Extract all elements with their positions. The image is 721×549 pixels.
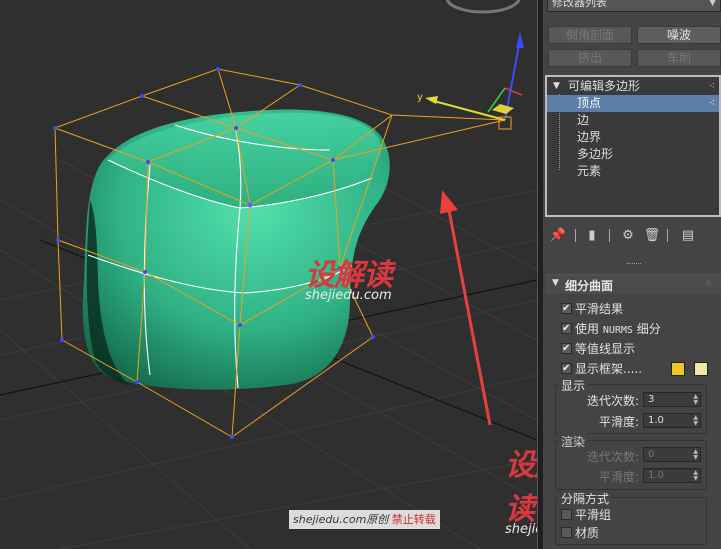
collapse-arrow-icon[interactable]: ▼ bbox=[553, 78, 560, 95]
transform-gizmo: y bbox=[417, 32, 524, 130]
show-end-result-icon[interactable]: ▮ bbox=[583, 226, 601, 244]
bevel-profile-button[interactable]: 倒角剖面 bbox=[548, 26, 632, 44]
pin-stack-icon[interactable]: 📌 bbox=[549, 226, 567, 244]
viewcube-ring bbox=[445, 0, 521, 14]
stack-item-polygon[interactable]: 多边形 bbox=[547, 146, 719, 163]
display-smoothness-spinner[interactable]: 1.0 ▲ ▼ bbox=[643, 413, 701, 428]
stack-item-edge[interactable]: 边 bbox=[547, 112, 719, 129]
stack-item-editable-poly[interactable]: ▼ 可编辑多边形 ⁖ bbox=[547, 78, 719, 95]
render-smoothness-label: 平滑度: bbox=[598, 470, 639, 484]
pin-dots-icon: ⁖ bbox=[709, 81, 715, 92]
separate-smoothing-groups-checkbox[interactable]: 平滑组 bbox=[561, 507, 611, 523]
render-iterations-label: 迭代次数: bbox=[586, 450, 639, 464]
panel-grip[interactable] bbox=[627, 263, 641, 265]
display-smoothness-label: 平滑度: bbox=[598, 415, 639, 429]
use-nurms-checkbox[interactable]: 使用 NURMS 细分 bbox=[561, 321, 661, 337]
separate-by-group-label: 分隔方式 bbox=[559, 490, 612, 507]
noise-button[interactable]: 噪波 bbox=[637, 26, 721, 44]
display-iterations-label: 迭代次数: bbox=[586, 394, 639, 408]
rollout-collapse-icon[interactable]: ▼ bbox=[552, 278, 559, 288]
modify-panel: 修改器列表 ▼ 倒角剖面 噪波 挤出 车削 ▼ 可编辑多边形 ⁖ 顶点 ⁖ 边 边… bbox=[543, 0, 721, 549]
stack-item-vertex[interactable]: 顶点 ⁖ bbox=[547, 95, 719, 112]
modifier-stack[interactable]: ▼ 可编辑多边形 ⁖ 顶点 ⁖ 边 边界 多边形 元素 bbox=[545, 75, 721, 217]
viewport-scene[interactable]: y bbox=[0, 0, 537, 549]
make-unique-icon[interactable]: ⚙ bbox=[619, 226, 637, 244]
cage-selection-color-swatch[interactable] bbox=[694, 362, 708, 376]
configure-sets-icon[interactable]: ▤ bbox=[679, 226, 697, 244]
cage-color-swatch[interactable] bbox=[671, 362, 685, 376]
extrude-button[interactable]: 挤出 bbox=[548, 49, 632, 67]
vertex-dots-icon: ⁖ bbox=[709, 98, 715, 109]
smooth-result-checkbox[interactable]: 平滑结果 bbox=[561, 301, 623, 317]
render-smoothness-spinner[interactable]: 1.0 ▲ ▼ bbox=[643, 468, 701, 483]
show-cage-checkbox[interactable]: 显示框架..... bbox=[561, 361, 642, 377]
render-iterations-spinner[interactable]: 0 ▲ ▼ bbox=[643, 447, 701, 462]
separate-materials-checkbox[interactable]: 材质 bbox=[561, 525, 599, 541]
display-iterations-spinner[interactable]: 3 ▲ ▼ bbox=[643, 392, 701, 407]
perspective-viewport[interactable]: y 设解读 shejiedu.com 设解读 shejiedu.com shej… bbox=[0, 0, 537, 549]
gizmo-y-label: y bbox=[417, 92, 423, 103]
isoline-display-checkbox[interactable]: 等值线显示 bbox=[561, 341, 635, 357]
stack-item-element[interactable]: 元素 bbox=[547, 163, 719, 180]
modifier-list-dropdown[interactable]: 修改器列表 ▼ bbox=[547, 0, 721, 12]
subdivision-rollout-header[interactable]: ▼ 细分曲面 ⁝⁝ bbox=[545, 274, 721, 294]
stack-item-border[interactable]: 边界 bbox=[547, 129, 719, 146]
lathe-button[interactable]: 车削 bbox=[637, 49, 721, 67]
annotation-arrow bbox=[440, 190, 492, 426]
credit-banner: shejiedu.com原创 禁止转载 bbox=[289, 510, 440, 529]
remove-modifier-icon[interactable]: 🗑 bbox=[643, 226, 661, 244]
